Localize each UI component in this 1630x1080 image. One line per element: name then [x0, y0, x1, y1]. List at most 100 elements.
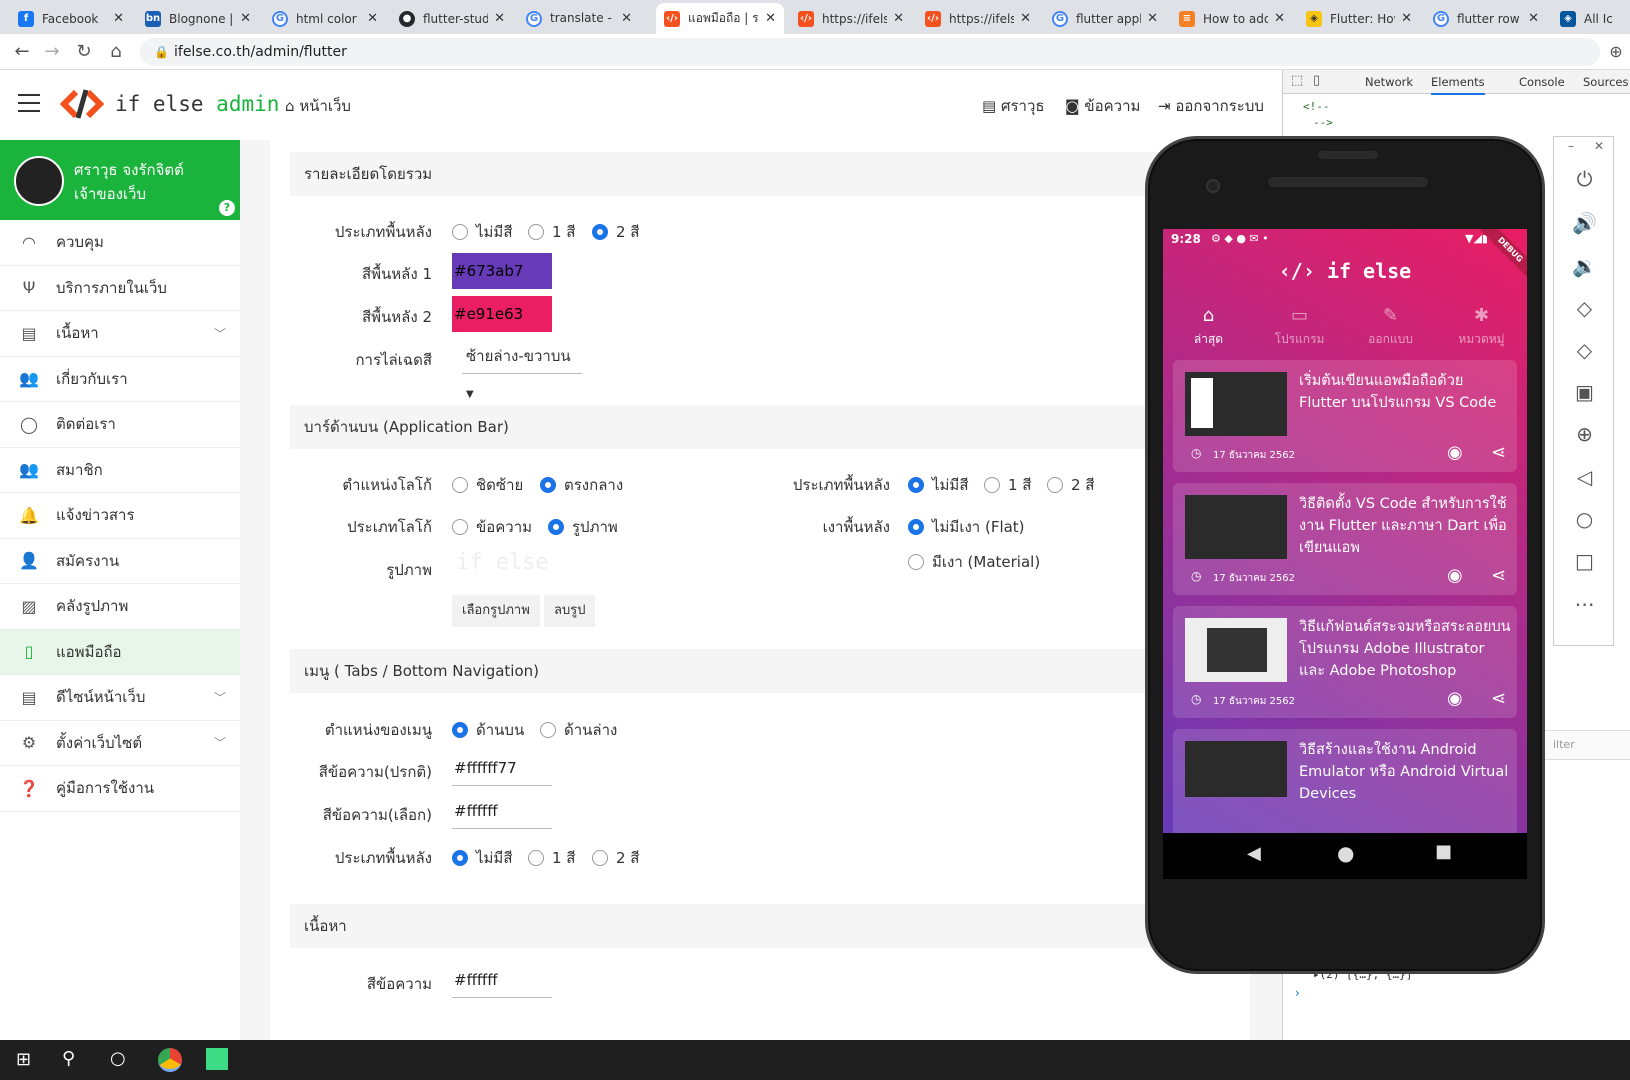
text-selected-input[interactable]: #ffffff	[452, 793, 552, 829]
sidebar-item-gallery[interactable]: ▨ คลังรูปภาพ	[0, 584, 240, 630]
sidebar-item-mobile-app[interactable]: ▯ แอพมือถือ	[0, 629, 240, 675]
overview-icon[interactable]: □	[1554, 549, 1615, 573]
logo-pos-left-radio[interactable]: ชิดซ้าย	[452, 473, 523, 497]
bg-type-none-radio[interactable]: ไม่มีสี	[452, 220, 512, 244]
close-tab-icon[interactable]: ✕	[1274, 11, 1285, 26]
browser-tab[interactable]: ‹/›https://ifelse✕	[790, 3, 912, 34]
eye-icon[interactable]: ◉	[1447, 565, 1463, 586]
close-tab-icon[interactable]: ✕	[1401, 11, 1412, 26]
browser-tab[interactable]: ≡ How to add ✕	[1171, 3, 1293, 34]
sidebar-item-about[interactable]: 👥 เกี่ยวกับเรา	[0, 357, 240, 402]
gradient-select[interactable]: ซ้ายล่าง-ขวาบน ▼	[462, 338, 582, 400]
sidebar-item-jobs[interactable]: 👤 สมัครงาน	[0, 539, 240, 584]
sidebar-item-services[interactable]: Ψ บริการภายในเว็บ	[0, 266, 240, 311]
home-link[interactable]: ⌂ หน้าเว็บ	[285, 94, 351, 118]
devtools-tab-console[interactable]: Console	[1519, 75, 1565, 89]
nav-back-icon[interactable]: ◀	[1247, 843, 1261, 864]
volume-up-icon[interactable]: 🔊	[1554, 211, 1615, 235]
eye-icon[interactable]: ◉	[1447, 442, 1463, 463]
devtools-tab-elements[interactable]: Elements	[1431, 75, 1485, 95]
console-prompt-icon[interactable]: ›	[1295, 986, 1300, 1000]
close-icon[interactable]: ✕	[1594, 139, 1604, 153]
more-icon[interactable]: ⋯	[1554, 592, 1615, 616]
logout-link[interactable]: ⇥ ออกจากระบบ	[1158, 94, 1264, 118]
tab-program[interactable]: ▭ โปรแกรม	[1254, 305, 1345, 349]
share-icon[interactable]: ⋖	[1491, 442, 1506, 463]
cortana-icon[interactable]: ○	[110, 1048, 126, 1069]
inspect-icon[interactable]: ⬚	[1291, 73, 1303, 88]
volume-down-icon[interactable]: 🔉	[1554, 254, 1615, 278]
device-toggle-icon[interactable]: ▯	[1313, 73, 1320, 88]
screenshot-icon[interactable]: ▣	[1554, 380, 1615, 404]
zoom-icon[interactable]: ⊕	[1554, 422, 1615, 446]
close-tab-icon[interactable]: ✕	[1020, 11, 1031, 26]
appbar-bg-one-radio[interactable]: 1 สี	[984, 473, 1031, 497]
close-tab-icon[interactable]: ✕	[765, 11, 776, 26]
minimize-icon[interactable]: –	[1568, 139, 1574, 153]
post-card[interactable]: วิธีสร้างและใช้งาน Android Emulator หรือ…	[1173, 729, 1517, 833]
browser-tab[interactable]: f Facebook ✕	[10, 3, 132, 34]
close-tab-icon[interactable]: ✕	[1147, 11, 1158, 26]
logo-type-text-radio[interactable]: ข้อความ	[452, 515, 532, 539]
search-icon[interactable]: ⚲	[62, 1048, 75, 1069]
hamburger-menu-icon[interactable]	[18, 94, 40, 112]
reload-icon[interactable]: ↻	[72, 40, 96, 64]
shadow-material-radio[interactable]: มีเงา (Material)	[908, 550, 1040, 574]
close-tab-icon[interactable]: ✕	[367, 11, 378, 26]
home-icon[interactable]: ⌂	[104, 40, 128, 64]
sidebar-item-dashboard[interactable]: ◠ ควบคุม	[0, 220, 240, 266]
menu-top-radio[interactable]: ด้านบน	[452, 718, 524, 742]
home-icon[interactable]: ○	[1554, 507, 1615, 531]
tab-design[interactable]: ✎ ออกแบบ	[1345, 305, 1436, 349]
close-tab-icon[interactable]: ✕	[494, 11, 505, 26]
menu-bottom-radio[interactable]: ด้านล่าง	[540, 718, 617, 742]
bg-type-one-radio[interactable]: 1 สี	[528, 220, 575, 244]
browser-tab[interactable]: bnBlognone | T✕	[137, 3, 259, 34]
close-tab-icon[interactable]: ✕	[893, 11, 904, 26]
browser-tab[interactable]: ● flutter-studi ✕	[391, 3, 513, 34]
text-normal-input[interactable]: #ffffff77	[452, 750, 552, 786]
share-icon[interactable]: ⋖	[1491, 688, 1506, 709]
forward-icon[interactable]: →	[40, 40, 64, 64]
logo-pos-center-radio[interactable]: ตรงกลาง	[540, 473, 623, 497]
sidebar-item-settings[interactable]: ⚙ ตั้งค่าเว็บไซต์ ﹀	[0, 721, 240, 766]
sidebar-item-news[interactable]: 🔔 แจ้งข่าวสาร	[0, 493, 240, 539]
url-input[interactable]: 🔒 ifelse.co.th/admin/flutter	[140, 38, 1600, 66]
close-tab-icon[interactable]: ✕	[113, 11, 124, 26]
bg-type-two-radio[interactable]: 2 สี	[592, 220, 639, 244]
browser-tab[interactable]: Gtranslate - ค✕	[518, 3, 640, 34]
devtools-tab-network[interactable]: Network	[1365, 75, 1413, 89]
browser-tab[interactable]: ‹/›https://ifelse✕	[917, 3, 1039, 34]
help-icon[interactable]: ?	[219, 200, 235, 216]
shadow-flat-radio[interactable]: ไม่มีเงา (Flat)	[908, 515, 1025, 539]
post-card[interactable]: เริ่มต้นเขียนแอพมือถือด้วย Flutter บนโปร…	[1173, 360, 1517, 472]
eye-icon[interactable]: ◉	[1447, 688, 1463, 709]
browser-tab[interactable]: ◈Flutter: How✕	[1298, 3, 1420, 34]
appbar-bg-two-radio[interactable]: 2 สี	[1047, 473, 1094, 497]
menu-bg-two-radio[interactable]: 2 สี	[592, 846, 639, 870]
rotate-left-icon[interactable]: ◇	[1554, 296, 1615, 320]
content-text-input[interactable]: #ffffff	[452, 962, 552, 998]
browser-tab[interactable]: ◈ All Ic	[1552, 3, 1630, 34]
sidebar-item-design[interactable]: ▤ ดีไซน์หน้าเว็บ ﹀	[0, 675, 240, 721]
power-icon[interactable]: ⏻	[1554, 167, 1615, 191]
tab-category[interactable]: ✱ หมวดหมู่	[1436, 305, 1527, 349]
bg1-color-input[interactable]: #673ab7	[452, 253, 552, 289]
post-card[interactable]: วิธีติดตั้ง VS Code สำหรับการใช้งาน Flut…	[1173, 483, 1517, 595]
menu-bg-none-radio[interactable]: ไม่มีสี	[452, 846, 512, 870]
close-tab-icon[interactable]: ✕	[621, 11, 632, 26]
choose-image-button[interactable]: เลือกรูปภาพ	[452, 595, 540, 627]
nav-home-icon[interactable]: ●	[1337, 841, 1354, 865]
sidebar-item-content[interactable]: ▤ เนื้อหา ﹀	[0, 311, 240, 357]
back-icon[interactable]: ←	[10, 40, 34, 64]
logo-type-image-radio[interactable]: รูปภาพ	[548, 515, 618, 539]
sidebar-item-contact[interactable]: ◯ ติดต่อเรา	[0, 402, 240, 448]
browser-tab[interactable]: Gflutter row h✕	[1425, 3, 1547, 34]
close-tab-icon[interactable]: ✕	[1528, 11, 1539, 26]
tab-latest[interactable]: ⌂ ล่าสุด	[1163, 305, 1254, 349]
close-tab-icon[interactable]: ✕	[240, 11, 251, 26]
nav-recents-icon[interactable]: ■	[1435, 841, 1452, 862]
browser-tab-active[interactable]: ‹/› แอพมือถือ | ระ ✕	[656, 3, 784, 34]
browser-tab[interactable]: Gflutter appb ✕	[1044, 3, 1166, 34]
filter-input[interactable]: ilter	[1553, 738, 1575, 751]
